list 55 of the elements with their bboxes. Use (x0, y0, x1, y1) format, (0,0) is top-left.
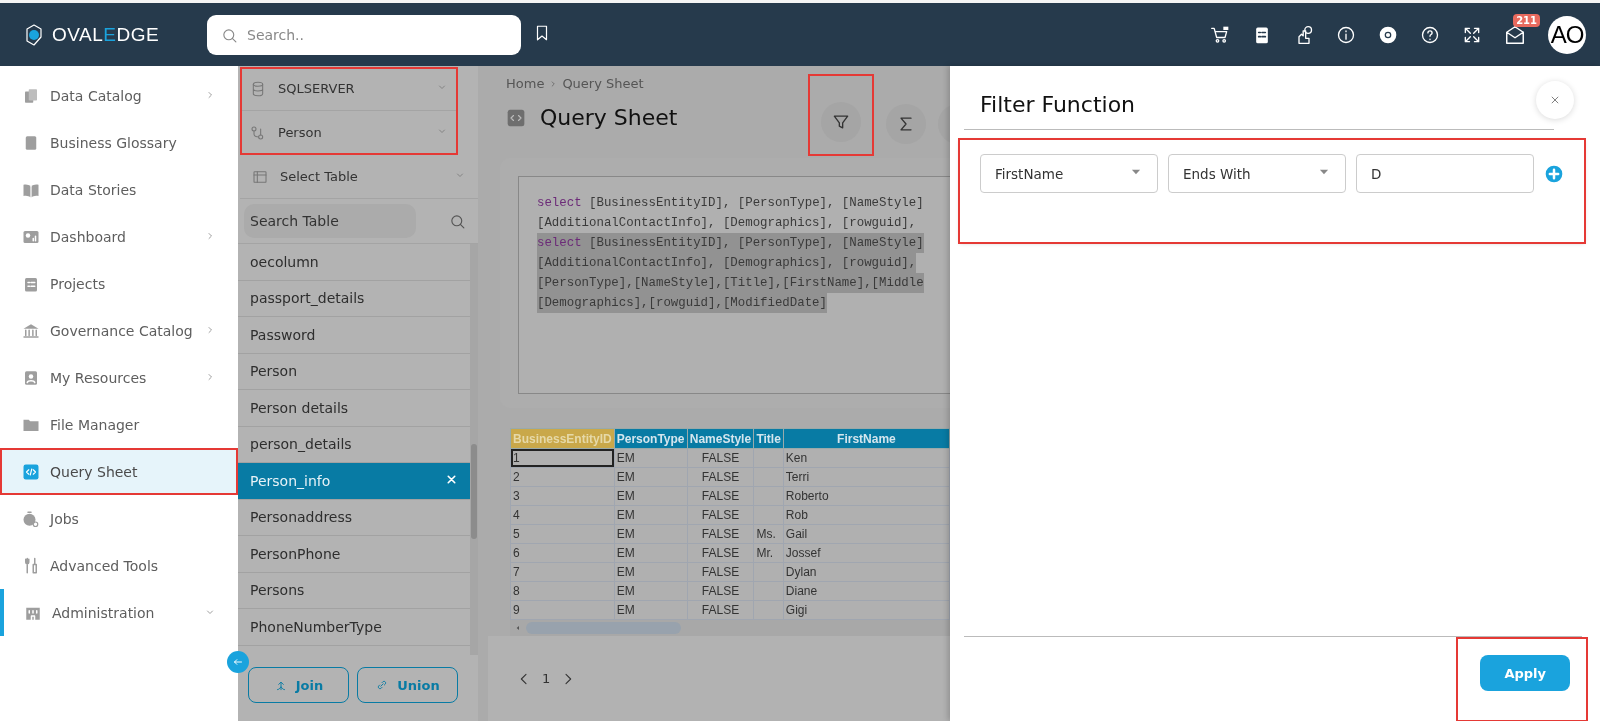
sidebar-item[interactable]: Data Stories (0, 166, 238, 213)
sidebar-item[interactable]: Data Catalog (0, 72, 238, 119)
column-header[interactable]: FirstName (783, 428, 950, 449)
column-header[interactable]: NameStyle (687, 428, 754, 449)
info-icon (1336, 24, 1356, 45)
scroll-left-icon (514, 624, 522, 632)
sidebar-item[interactable]: My Resources (0, 354, 238, 401)
close-icon (445, 472, 458, 486)
stopwatch-gear-icon (22, 509, 40, 528)
breadcrumb-current: Query Sheet (562, 76, 644, 91)
sidebar-item[interactable]: Jobs (0, 495, 238, 542)
sidebar-item[interactable]: Query Sheet (0, 448, 238, 495)
logo-text: OVALEDGE (52, 23, 160, 46)
database-icon (250, 80, 266, 97)
code-icon (22, 462, 40, 481)
sidebar-item[interactable]: Dashboard (0, 213, 238, 260)
column-header[interactable]: Title (753, 428, 784, 449)
table-list-item[interactable]: Person_info (238, 463, 470, 500)
documents-icon (22, 86, 40, 105)
add-icon (1544, 164, 1564, 184)
cart-lock-icon (1210, 24, 1230, 45)
search-field[interactable]: Search.. (207, 14, 521, 55)
code-editor[interactable] (518, 176, 950, 394)
code-line: select [BusinessEntityID], [PersonType], [NameStyle] (537, 195, 924, 212)
code-icon (506, 107, 526, 128)
sidebar-item[interactable]: Business Glossary (0, 119, 238, 166)
sum-button[interactable] (886, 104, 926, 144)
notification-badge: 211 (1513, 13, 1540, 27)
sidebar-item[interactable]: Projects (0, 260, 238, 307)
globe-ring-icon (1378, 24, 1398, 45)
collapse-button[interactable] (227, 651, 249, 673)
sidebar-item[interactable]: File Manager (0, 401, 238, 448)
value-field[interactable]: D (1356, 154, 1534, 193)
breadcrumb-link[interactable]: Home (506, 76, 545, 91)
column-dropdown[interactable]: FirstName (980, 154, 1158, 193)
person-card-icon (22, 368, 40, 387)
search-icon (449, 212, 466, 230)
tools-icon (22, 556, 40, 575)
column-header[interactable]: PersonType (614, 428, 687, 449)
search-icon (221, 26, 238, 44)
sidebar-item[interactable]: Governance Catalog (0, 307, 238, 354)
help-icon (1420, 24, 1440, 45)
filter-button[interactable] (821, 102, 861, 142)
schema-icon (250, 124, 266, 141)
operator-dropdown[interactable]: Ends With (1168, 154, 1346, 193)
search-table-field[interactable]: Search Table (244, 204, 416, 238)
vertical-scrollbar[interactable] (470, 244, 478, 655)
source-dropdown[interactable]: Person (240, 111, 458, 155)
user-avatar[interactable]: AO (1548, 15, 1586, 54)
table-icon (252, 168, 268, 185)
code-line: [AdditionalContactInfo], [Demographics], [rowguid], (537, 215, 917, 232)
page-title: Query Sheet (540, 105, 678, 130)
page-number[interactable]: 1 (542, 671, 551, 686)
source-dropdown[interactable]: SQLSERVER (240, 67, 458, 111)
sidebar-item[interactable]: Advanced Tools (0, 542, 238, 589)
